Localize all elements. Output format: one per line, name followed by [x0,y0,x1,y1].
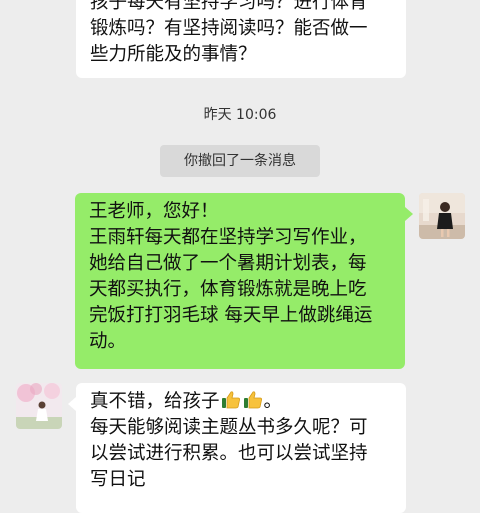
my-avatar[interactable] [419,193,465,239]
message-line: 真不错，给孩子 。 [90,389,392,415]
message-line: 孩子每天有坚持学习吗？进行体育 [90,0,368,13]
message-line: 完饭打打羽毛球 每天早上做跳绳运 [89,305,373,326]
message-line: 王雨轩每天都在坚持学习写作业， [89,227,367,248]
message-line: 以尝试进行积累。也可以尝试坚持 [90,443,368,464]
message-line: 动。 [89,331,127,352]
message-line: 写日记 [90,469,146,490]
contact-avatar[interactable] [16,383,62,429]
message-text: 真不错，给孩子 [90,391,220,412]
message-bubble-outgoing[interactable]: 王老师，您好！ 王雨轩每天都在坚持学习写作业， 她给自己做了一个暑期计划表，每 … [75,193,413,369]
message-line: 锻炼吗？有坚持阅读吗？能否做一 [90,18,368,39]
avatar-photo [419,193,465,239]
message-line: 王老师，您好！ [89,201,219,222]
message-line: 些力所能及的事情？ [90,44,257,65]
thumbs-up-emoji-icon [221,391,240,409]
avatar-photo [16,383,62,429]
message-line: 天都买执行，体育锻炼就是晚上吃 [89,279,367,300]
recalled-message-notice: 你撤回了一条消息 [160,145,320,177]
message-bubble-incoming[interactable]: 真不错，给孩子 。 每天能够阅读主题丛书多久呢？可 以尝试进行积累。也可以尝试坚… [68,383,406,513]
message-line: 她给自己做了一个暑期计划表，每 [89,253,367,274]
message-line: 每天能够阅读主题丛书多久呢？可 [90,417,368,438]
message-bubble-incoming[interactable]: 孩子每天有坚持学习吗？进行体育 锻炼吗？有坚持阅读吗？能否做一 些力所能及的事情… [76,0,406,78]
thumbs-up-emoji-icon [243,391,262,409]
message-text: 。 [263,391,283,412]
timestamp: 昨天 10:06 [203,107,277,123]
